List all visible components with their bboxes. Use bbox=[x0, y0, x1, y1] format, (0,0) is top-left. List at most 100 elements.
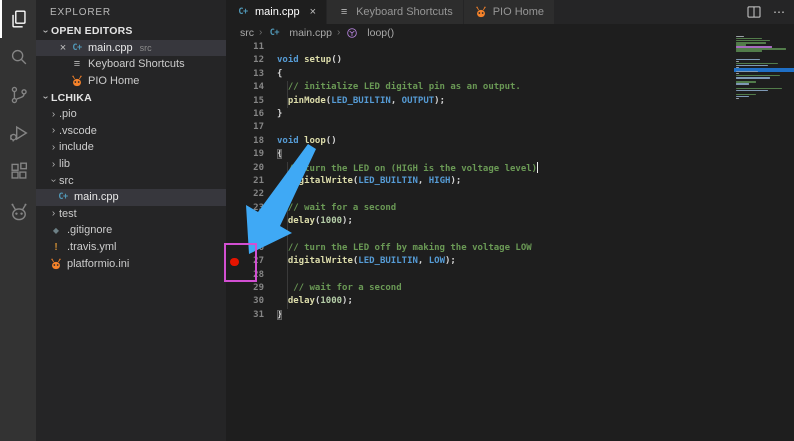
line-number[interactable]: 16 bbox=[226, 108, 270, 121]
code-line-text[interactable] bbox=[270, 228, 277, 241]
line-number[interactable]: 26 bbox=[226, 242, 270, 255]
line-number[interactable]: 28 bbox=[226, 269, 270, 282]
line-number[interactable]: 30 bbox=[226, 295, 270, 308]
code-line-text[interactable]: digitalWrite(LED_BUILTIN, HIGH); bbox=[270, 175, 461, 188]
code-line-text[interactable]: } bbox=[270, 309, 282, 322]
code-token: // wait for a second bbox=[277, 203, 396, 213]
minimap[interactable] bbox=[734, 36, 794, 106]
activity-bar-item-source-control[interactable] bbox=[0, 76, 36, 114]
code-line-text[interactable]: // turn the LED off by making the voltag… bbox=[270, 242, 532, 255]
line-number[interactable]: 24 bbox=[226, 215, 270, 228]
line-number[interactable]: 17 bbox=[226, 121, 270, 134]
line-number[interactable]: 22 bbox=[226, 188, 270, 201]
code-line-text[interactable]: delay(1000); bbox=[270, 215, 353, 228]
code-token: LED_BUILTIN bbox=[358, 176, 418, 186]
workspace-header-label: LCHIKA bbox=[51, 92, 92, 104]
line-number[interactable]: 27 bbox=[226, 255, 270, 268]
tree-folder-lib[interactable]: ›lib bbox=[36, 156, 226, 173]
close-icon[interactable]: × bbox=[56, 42, 70, 54]
tree-file-platformio-ini[interactable]: platformio.ini bbox=[36, 255, 226, 272]
code-line-text[interactable]: void setup() bbox=[270, 54, 342, 67]
code-line-text[interactable]: pinMode(LED_BUILTIN, OUTPUT); bbox=[270, 95, 445, 108]
tree-folder--vscode[interactable]: ›.vscode bbox=[36, 123, 226, 140]
line-number[interactable]: 31 bbox=[226, 309, 270, 322]
breakpoint-icon[interactable] bbox=[230, 258, 239, 267]
line-number[interactable]: 29 bbox=[226, 282, 270, 295]
code-token: ); bbox=[445, 256, 456, 266]
gitignore-icon: ◆ bbox=[49, 226, 63, 235]
line-number[interactable]: 15 bbox=[226, 95, 270, 108]
code-line-text[interactable] bbox=[270, 188, 277, 201]
code-line-text[interactable]: // turn the LED on (HIGH is the voltage … bbox=[270, 162, 538, 175]
code-line-text[interactable]: // wait for a second bbox=[270, 202, 396, 215]
code-line: 14 // initialize LED digital pin as an o… bbox=[226, 81, 794, 94]
code-line-text[interactable]: // wait for a second bbox=[270, 282, 402, 295]
code-editor[interactable]: 1112void setup()13{14 // initialize LED … bbox=[226, 41, 794, 322]
code-line: 13{ bbox=[226, 68, 794, 81]
code-line-text[interactable]: void loop() bbox=[270, 135, 337, 148]
code-line-text[interactable] bbox=[270, 269, 277, 282]
line-number[interactable]: 19 bbox=[226, 148, 270, 161]
code-line-text[interactable]: // initialize LED digital pin as an outp… bbox=[270, 81, 521, 94]
line-number[interactable]: 13 bbox=[226, 68, 270, 81]
code-line-text[interactable]: } bbox=[270, 108, 282, 121]
activity-bar-item-search[interactable] bbox=[0, 38, 36, 76]
tree-folder-test[interactable]: ›test bbox=[36, 206, 226, 223]
activity-bar-item-platformio[interactable] bbox=[0, 193, 36, 231]
activity-bar-item-run-debug[interactable] bbox=[0, 114, 36, 152]
code-line: 26 // turn the LED off by making the vol… bbox=[226, 242, 794, 255]
open-editors-header[interactable]: ›OPEN EDITORS bbox=[36, 23, 226, 40]
tree-folder-src[interactable]: ›src bbox=[36, 172, 226, 189]
tree-file-main-cpp[interactable]: C+main.cpp bbox=[36, 189, 226, 206]
minimap-line bbox=[736, 98, 739, 99]
open-editor-label: Keyboard Shortcuts bbox=[88, 58, 185, 70]
breadcrumb-item[interactable]: C+main.cpp bbox=[267, 27, 332, 39]
line-number[interactable]: 23 bbox=[226, 202, 270, 215]
split-editor-icon[interactable] bbox=[747, 6, 761, 18]
line-number[interactable]: 21 bbox=[226, 175, 270, 188]
more-actions-icon[interactable]: ⋯ bbox=[773, 5, 786, 19]
line-number[interactable]: 25 bbox=[226, 228, 270, 241]
line-number[interactable]: 11 bbox=[226, 41, 270, 54]
vscode-window: EXPLORER ›OPEN EDITORS×C+main.cppsrc≡Key… bbox=[0, 0, 794, 441]
code-line-text[interactable] bbox=[270, 121, 277, 134]
open-editor-item[interactable]: ×C+main.cppsrc bbox=[36, 40, 226, 57]
line-number[interactable]: 14 bbox=[226, 81, 270, 94]
tab-main-cpp[interactable]: C+main.cpp× bbox=[226, 0, 327, 24]
activity-bar bbox=[0, 0, 36, 441]
tree-item-label: include bbox=[59, 141, 94, 153]
code-token: } bbox=[277, 109, 282, 119]
code-line-text[interactable]: { bbox=[270, 148, 282, 161]
minimap-line bbox=[736, 71, 758, 72]
activity-bar-item-explorer[interactable] bbox=[0, 0, 36, 38]
code-line: 27 digitalWrite(LED_BUILTIN, LOW); bbox=[226, 255, 794, 268]
close-icon[interactable]: × bbox=[310, 6, 316, 18]
open-editor-item[interactable]: PIO Home bbox=[36, 73, 226, 90]
tree-file--gitignore[interactable]: ◆.gitignore bbox=[36, 222, 226, 239]
editor-group: C+main.cpp × ≡Keyboard ShortcutsPIO Home ⋯… bbox=[226, 0, 794, 441]
tree-folder-include[interactable]: ›include bbox=[36, 139, 226, 156]
code-line-text[interactable]: { bbox=[270, 68, 282, 81]
line-number[interactable]: 20 bbox=[226, 162, 270, 175]
code-token: loop bbox=[304, 136, 326, 146]
line-number[interactable]: 12 bbox=[226, 54, 270, 67]
code-line-text[interactable]: digitalWrite(LED_BUILTIN, LOW); bbox=[270, 255, 456, 268]
open-editor-suffix: src bbox=[140, 43, 152, 53]
tab-Keyboard-Shortcuts[interactable]: ≡Keyboard Shortcuts bbox=[327, 0, 464, 24]
tree-file--travis-yml[interactable]: !.travis.yml bbox=[36, 239, 226, 256]
activity-bar-item-extensions[interactable] bbox=[0, 152, 36, 190]
code-line: 31} bbox=[226, 309, 794, 322]
code-line-text[interactable] bbox=[270, 41, 277, 54]
tree-folder--pio[interactable]: ›.pio bbox=[36, 106, 226, 123]
line-number[interactable]: 18 bbox=[226, 135, 270, 148]
open-editor-item[interactable]: ≡Keyboard Shortcuts bbox=[36, 56, 226, 73]
tree-item-label: platformio.ini bbox=[67, 258, 129, 270]
breadcrumb-item[interactable]: src bbox=[240, 27, 254, 39]
indent-guide bbox=[287, 81, 288, 108]
tab-PIO-Home[interactable]: PIO Home bbox=[464, 0, 555, 24]
tab-label: main.cpp bbox=[255, 6, 300, 18]
workspace-header[interactable]: ›LCHIKA bbox=[36, 89, 226, 106]
code-line-text[interactable]: delay(1000); bbox=[270, 295, 353, 308]
breadcrumb-item[interactable]: loop() bbox=[345, 27, 394, 39]
keyboard-icon: ≡ bbox=[337, 6, 351, 18]
